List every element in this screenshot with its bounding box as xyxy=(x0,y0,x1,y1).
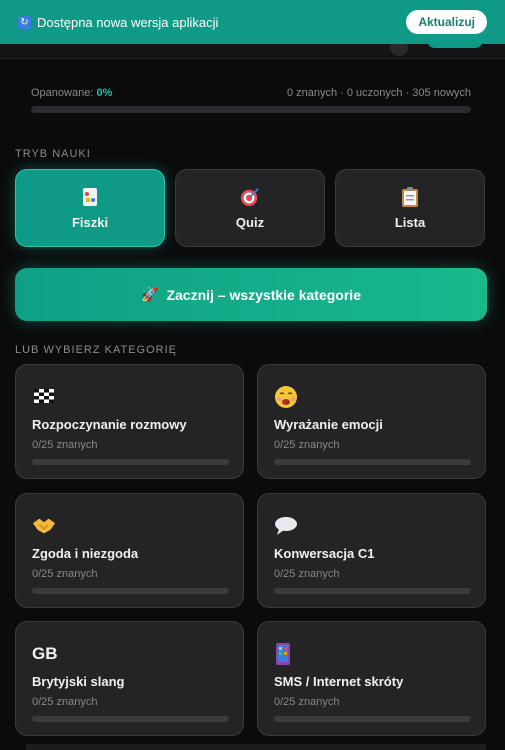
category-progress-bar xyxy=(274,459,471,465)
app-header xyxy=(0,38,505,59)
category-progress-bar xyxy=(274,716,471,722)
update-button[interactable]: Aktualizuj xyxy=(406,10,487,34)
category-card[interactable]: Konwersacja C1 0/25 znanych xyxy=(257,493,486,608)
mode-label: Lista xyxy=(394,214,426,230)
category-title: SMS / Internet skróty xyxy=(274,674,404,689)
progress-percent: 0% xyxy=(96,87,113,99)
category-title: Konwersacja C1 xyxy=(274,546,375,561)
gb-flag-text: GB xyxy=(32,644,58,663)
category-title: Rozpoczynanie rozmowy xyxy=(32,417,187,432)
mode-section-label: Tryb nauki xyxy=(15,148,91,160)
category-title: Wyrażanie emocji xyxy=(274,417,383,432)
progress-summary: Opanowane: 0% 0 znanych · 0 uczonych · 3… xyxy=(31,87,471,99)
category-card[interactable]: Rozpoczynanie rozmowy 0/25 znanych xyxy=(15,364,244,479)
category-known-count: 0/25 znanych xyxy=(274,696,340,708)
next-card-row xyxy=(26,744,486,750)
progress-label: Opanowane: xyxy=(31,87,94,99)
handshake-icon xyxy=(32,514,56,538)
start-all-label: Zacznij – wszystkie kategorie xyxy=(166,286,361,303)
mode-button-quiz[interactable]: Quiz xyxy=(175,169,325,247)
category-progress-bar xyxy=(32,459,229,465)
category-known-count: 0/25 znanych xyxy=(32,439,98,451)
gb-flag-icon: GB xyxy=(32,642,58,666)
category-card[interactable]: SMS / Internet skróty 0/25 znanych xyxy=(257,621,486,736)
target-icon xyxy=(240,187,260,207)
category-progress-bar xyxy=(274,588,471,594)
progress-bar xyxy=(31,106,471,113)
category-known-count: 0/25 znanych xyxy=(32,568,98,580)
category-known-count: 0/25 znanych xyxy=(32,696,98,708)
update-message: Dostępna nowa wersja aplikacji xyxy=(37,14,219,30)
rocket-icon: 🚀 xyxy=(141,286,159,302)
progress-stats: 0 znanych · 0 uczonych · 305 nowych xyxy=(286,87,471,99)
update-banner: ↻ Dostępna nowa wersja aplikacji Aktuali… xyxy=(0,0,505,44)
mode-button-fiszki[interactable]: Fiszki xyxy=(15,169,165,247)
mode-label: Quiz xyxy=(235,214,265,230)
mobile-phone-icon xyxy=(274,642,298,666)
flashcards-icon xyxy=(80,187,100,207)
category-title: Zgoda i niezgoda xyxy=(32,546,139,561)
category-known-count: 0/25 znanych xyxy=(274,568,340,580)
mode-label: Fiszki xyxy=(71,214,109,230)
category-card[interactable]: GB Brytyjski slang 0/25 znanych xyxy=(15,621,244,736)
emotion-face-icon xyxy=(274,385,298,409)
progress-label-group: Opanowane: 0% xyxy=(31,87,112,99)
refresh-icon: ↻ xyxy=(18,15,31,29)
category-section-label: lub wybierz kategorię xyxy=(15,344,177,356)
category-card[interactable]: Wyrażanie emocji 0/25 znanych xyxy=(257,364,486,479)
category-title: Brytyjski slang xyxy=(32,674,125,689)
chequered-flag-icon xyxy=(32,385,56,409)
category-known-count: 0/25 znanych xyxy=(274,439,340,451)
category-progress-bar xyxy=(32,716,229,722)
category-progress-bar xyxy=(32,588,229,594)
mode-button-lista[interactable]: Lista xyxy=(335,169,485,247)
category-card[interactable]: Zgoda i niezgoda 0/25 znanych xyxy=(15,493,244,608)
speech-bubble-icon xyxy=(274,514,298,538)
clipboard-icon xyxy=(400,186,420,207)
start-all-button[interactable]: 🚀 Zacznij – wszystkie kategorie xyxy=(15,268,487,321)
